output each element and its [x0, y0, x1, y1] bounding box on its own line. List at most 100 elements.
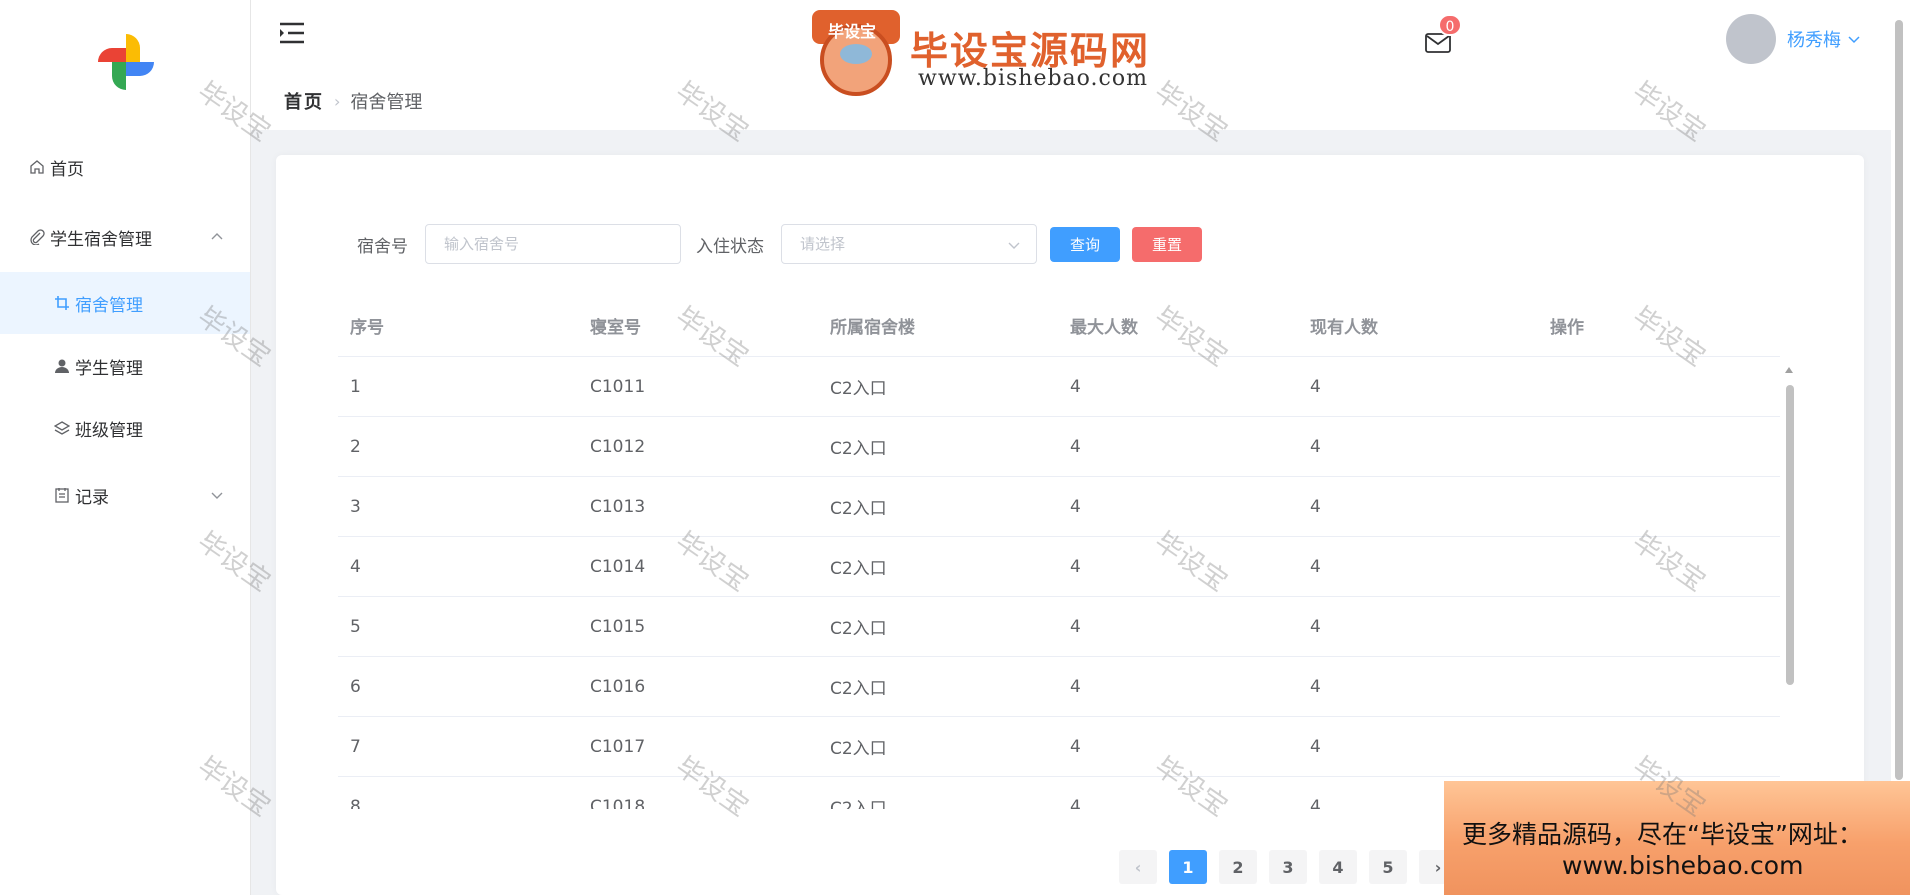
table-row: 6 C1016 C2入口 4 4 [338, 657, 1780, 717]
table-cell: 4 [1070, 676, 1081, 697]
pagination-page-5[interactable]: 5 [1369, 850, 1407, 884]
table-scrollbar[interactable] [1786, 385, 1794, 685]
avatar[interactable] [1726, 14, 1776, 64]
sidebar-item-label: 宿舍管理 [75, 295, 143, 316]
user-icon [53, 357, 71, 375]
table-cell: 4 [350, 556, 361, 577]
table-cell: 3 [350, 496, 361, 517]
table-cell: 4 [1310, 556, 1321, 577]
pagination-prev-button[interactable]: ‹ [1119, 850, 1157, 884]
table-cell: C1011 [590, 376, 646, 397]
room-number-label: 宿舍号 [357, 237, 408, 257]
table-cell: 4 [1070, 616, 1081, 637]
page-scrollbar[interactable] [1895, 20, 1903, 780]
chevron-up-icon [211, 233, 223, 240]
breadcrumb-home[interactable]: 首页 [284, 88, 324, 114]
sidebar-item-label: 学生宿舍管理 [50, 229, 152, 250]
table-cell: 6 [350, 676, 361, 697]
table-cell: C1017 [590, 736, 646, 757]
sidebar-item-label: 首页 [50, 159, 84, 180]
column-header: 操作 [1550, 318, 1584, 338]
sidebar-item-label: 班级管理 [75, 420, 143, 441]
column-header: 最大人数 [1070, 318, 1138, 338]
table-cell: C1014 [590, 556, 646, 577]
table-cell: C1016 [590, 676, 646, 697]
table-cell: C2入口 [830, 439, 887, 459]
room-number-input[interactable] [425, 224, 681, 264]
search-button[interactable]: 查询 [1050, 227, 1120, 262]
pinwheel-logo-icon [98, 34, 154, 90]
brand-watermark-banner: 毕设宝 毕设宝源码网 www.bishebao.com [806, 6, 1236, 98]
hamburger-menu-icon[interactable] [279, 22, 305, 44]
sidebar-item-label: 学生管理 [75, 358, 143, 379]
table-row: 7 C1017 C2入口 4 4 [338, 717, 1780, 777]
brand-badge-text: 毕设宝 [828, 22, 877, 41]
column-header: 序号 [350, 318, 384, 338]
dorm-table: 序号 寝室号 所属宿舍楼 最大人数 现有人数 操作 1 C1011 C2入口 4 4 2 C… [338, 295, 1780, 809]
table-cell: 4 [1070, 436, 1081, 457]
table-row: 1 C1011 C2入口 4 4 [338, 357, 1780, 417]
table-cell: 4 [1070, 736, 1081, 757]
table-cell: 2 [350, 436, 361, 457]
table-cell: C1015 [590, 616, 646, 637]
table-cell: C1018 [590, 796, 646, 810]
table-row: 4 C1014 C2入口 4 4 [338, 537, 1780, 597]
sidebar-item-class-management[interactable]: 班级管理 [0, 397, 250, 459]
table-cell: C1012 [590, 436, 646, 457]
sidebar: 首页 学生宿舍管理 宿舍管理 学生管理 班级管理 记录 [0, 0, 251, 895]
header: 首页 › 宿舍管理 毕设宝 毕设宝源码网 www.bishebao.com 0 … [251, 0, 1910, 130]
table-cell: C2入口 [830, 799, 887, 809]
table-cell: 4 [1310, 496, 1321, 517]
table-cell: C2入口 [830, 619, 887, 639]
column-header: 现有人数 [1310, 318, 1378, 338]
reset-button[interactable]: 重置 [1132, 227, 1202, 262]
table-header: 序号 寝室号 所属宿舍楼 最大人数 现有人数 操作 [338, 295, 1780, 357]
sidebar-item-label: 记录 [75, 487, 109, 508]
sidebar-item-home[interactable]: 首页 [0, 136, 250, 198]
table-cell: 4 [1310, 736, 1321, 757]
brand-url: www.bishebao.com [918, 66, 1148, 91]
table-cell: 5 [350, 616, 361, 637]
chevron-down-icon [1008, 242, 1020, 249]
scroll-up-arrow-icon[interactable] [1784, 366, 1794, 374]
sidebar-item-records[interactable]: 记录 [0, 464, 250, 526]
table-row: 3 C1013 C2入口 4 4 [338, 477, 1780, 537]
table-cell: 4 [1070, 496, 1081, 517]
paperclip-icon [28, 228, 46, 246]
table-cell: C2入口 [830, 739, 887, 759]
promo-banner-url: www.bishebao.com [1562, 851, 1804, 880]
table-cell: 4 [1070, 796, 1081, 810]
sidebar-item-dorm-management[interactable]: 学生宿舍管理 [0, 206, 250, 268]
promo-banner[interactable]: 更多精品源码，尽在“毕设宝”网址： www.bishebao.com [1444, 781, 1910, 895]
table-cell: C2入口 [830, 559, 887, 579]
occupancy-status-label: 入住状态 [696, 237, 764, 257]
column-header: 寝室号 [590, 318, 641, 338]
crop-icon [53, 294, 71, 312]
username: 杨秀梅 [1787, 30, 1841, 51]
table-cell: C2入口 [830, 679, 887, 699]
document-icon [53, 486, 71, 504]
table-cell: 4 [1310, 436, 1321, 457]
table-cell: 4 [1310, 616, 1321, 637]
user-menu[interactable]: 杨秀梅 [1787, 26, 1861, 52]
sidebar-item-room-management[interactable]: 宿舍管理 [0, 272, 250, 334]
mail-count-badge: 0 [1438, 14, 1462, 36]
chevron-down-icon [1848, 36, 1860, 44]
pagination-page-2[interactable]: 2 [1219, 850, 1257, 884]
promo-banner-text: 更多精品源码，尽在“毕设宝”网址： [1462, 820, 1863, 849]
table-body: 1 C1011 C2入口 4 4 2 C1012 C2入口 4 4 3 C1013 C2入口 4 4 4 C10… [338, 357, 1780, 809]
table-cell: 4 [1310, 376, 1321, 397]
table-cell: 7 [350, 736, 361, 757]
column-header: 所属宿舍楼 [830, 318, 915, 338]
table-cell: C2入口 [830, 379, 887, 399]
table-row: 2 C1012 C2入口 4 4 [338, 417, 1780, 477]
pagination-page-3[interactable]: 3 [1269, 850, 1307, 884]
breadcrumb-separator-icon: › [334, 91, 341, 111]
table-cell: 4 [1070, 376, 1081, 397]
sidebar-item-student-management[interactable]: 学生管理 [0, 335, 250, 397]
pagination-page-1[interactable]: 1 [1169, 850, 1207, 884]
pagination-page-4[interactable]: 4 [1319, 850, 1357, 884]
home-icon [28, 158, 46, 176]
breadcrumb-current: 宿舍管理 [350, 92, 423, 113]
occupancy-status-select[interactable] [781, 224, 1037, 264]
